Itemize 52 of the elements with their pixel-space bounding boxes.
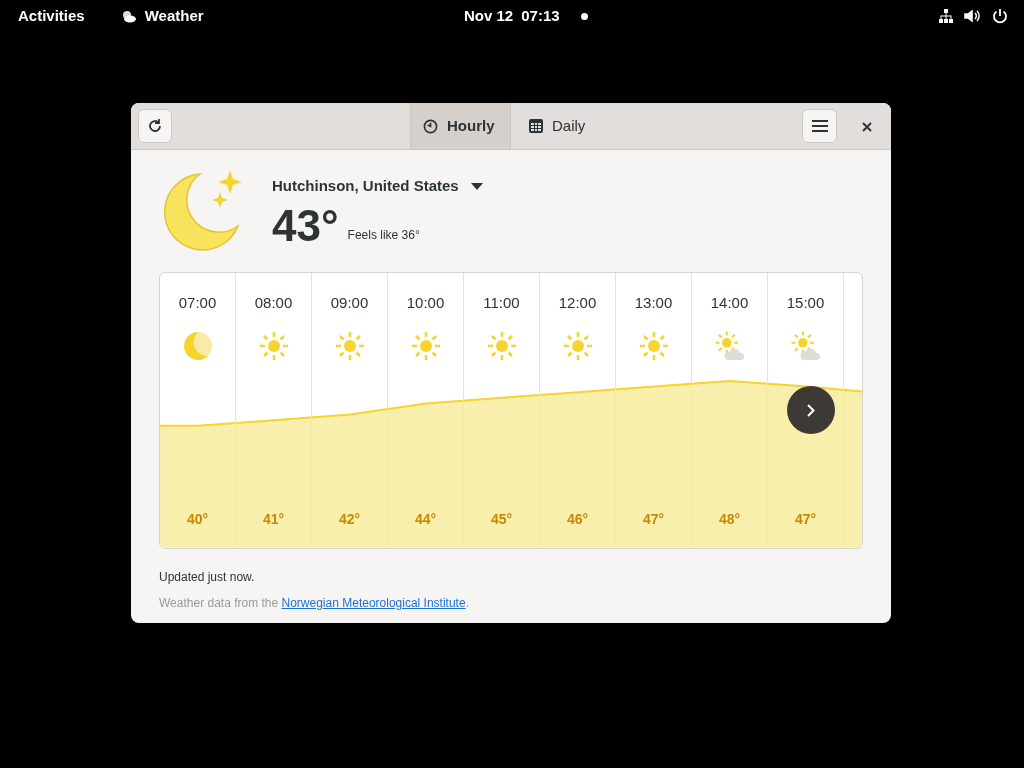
app-name: Weather [144,5,204,26]
moon-icon [181,329,214,362]
hour-temperature: 40° [186,510,209,529]
view-tab[interactable]: Daily [511,103,604,149]
network-icon[interactable] [938,8,954,24]
hour-temperature: 41° [262,510,285,529]
sun-icon [561,329,594,362]
sun-icon [637,329,670,362]
hour-temperature: 46° [566,510,589,529]
view-tab[interactable]: Hourly [410,103,511,149]
power-icon[interactable] [992,8,1008,24]
weather-app-icon [120,9,137,23]
chevron-right-icon [807,403,815,417]
volume-icon[interactable] [964,8,982,24]
hour-label: 12:00 [558,293,597,313]
attribution-text: Weather data from the Norwegian Meteorological Institute. [159,595,469,612]
hour-label: 08:00 [254,293,293,313]
feels-like-text: Feels like 36° [347,226,420,244]
activities-button[interactable]: Activities [18,4,85,28]
sun-cloud-icon [713,329,746,362]
hour-temperature: 47° [794,510,817,529]
sun-cloud-icon [789,329,822,362]
hour-temperature: 48° [718,510,741,529]
sun-icon [409,329,442,362]
refresh-icon [147,118,163,134]
refresh-button[interactable] [138,109,172,143]
updated-text: Updated just now. [159,569,256,586]
hour-temperature: 42° [338,510,361,529]
hour-label: 14:00 [710,293,749,313]
notification-dot-icon [581,12,588,20]
location-dropdown[interactable]: Hutchinson, United States [272,175,483,198]
hour-label: 11:00 [483,293,520,313]
hour-label: 09:00 [330,293,369,313]
attribution-link[interactable]: Norwegian Meteorological Institute [281,596,466,610]
dropdown-caret-icon [470,182,483,190]
calendar-icon [529,119,543,133]
close-icon [862,122,872,132]
clock-button[interactable]: Nov 12 07:13 [464,4,560,28]
menu-button[interactable] [802,109,837,143]
menu-icon [811,119,828,133]
hour-temperature: 44° [414,510,437,529]
hour-temperature: 45° [490,510,513,529]
hour-label: 13:00 [634,293,673,313]
clock-icon [423,118,438,134]
hour-label: 10:00 [406,293,445,313]
hour-label: 07:00 [178,293,217,313]
sun-icon [333,329,366,362]
hour-temperature: 47° [642,510,665,529]
sun-icon [485,329,518,362]
current-temperature: 43° [272,199,339,252]
hour-label: 15:00 [786,293,825,313]
sun-icon [257,329,290,362]
